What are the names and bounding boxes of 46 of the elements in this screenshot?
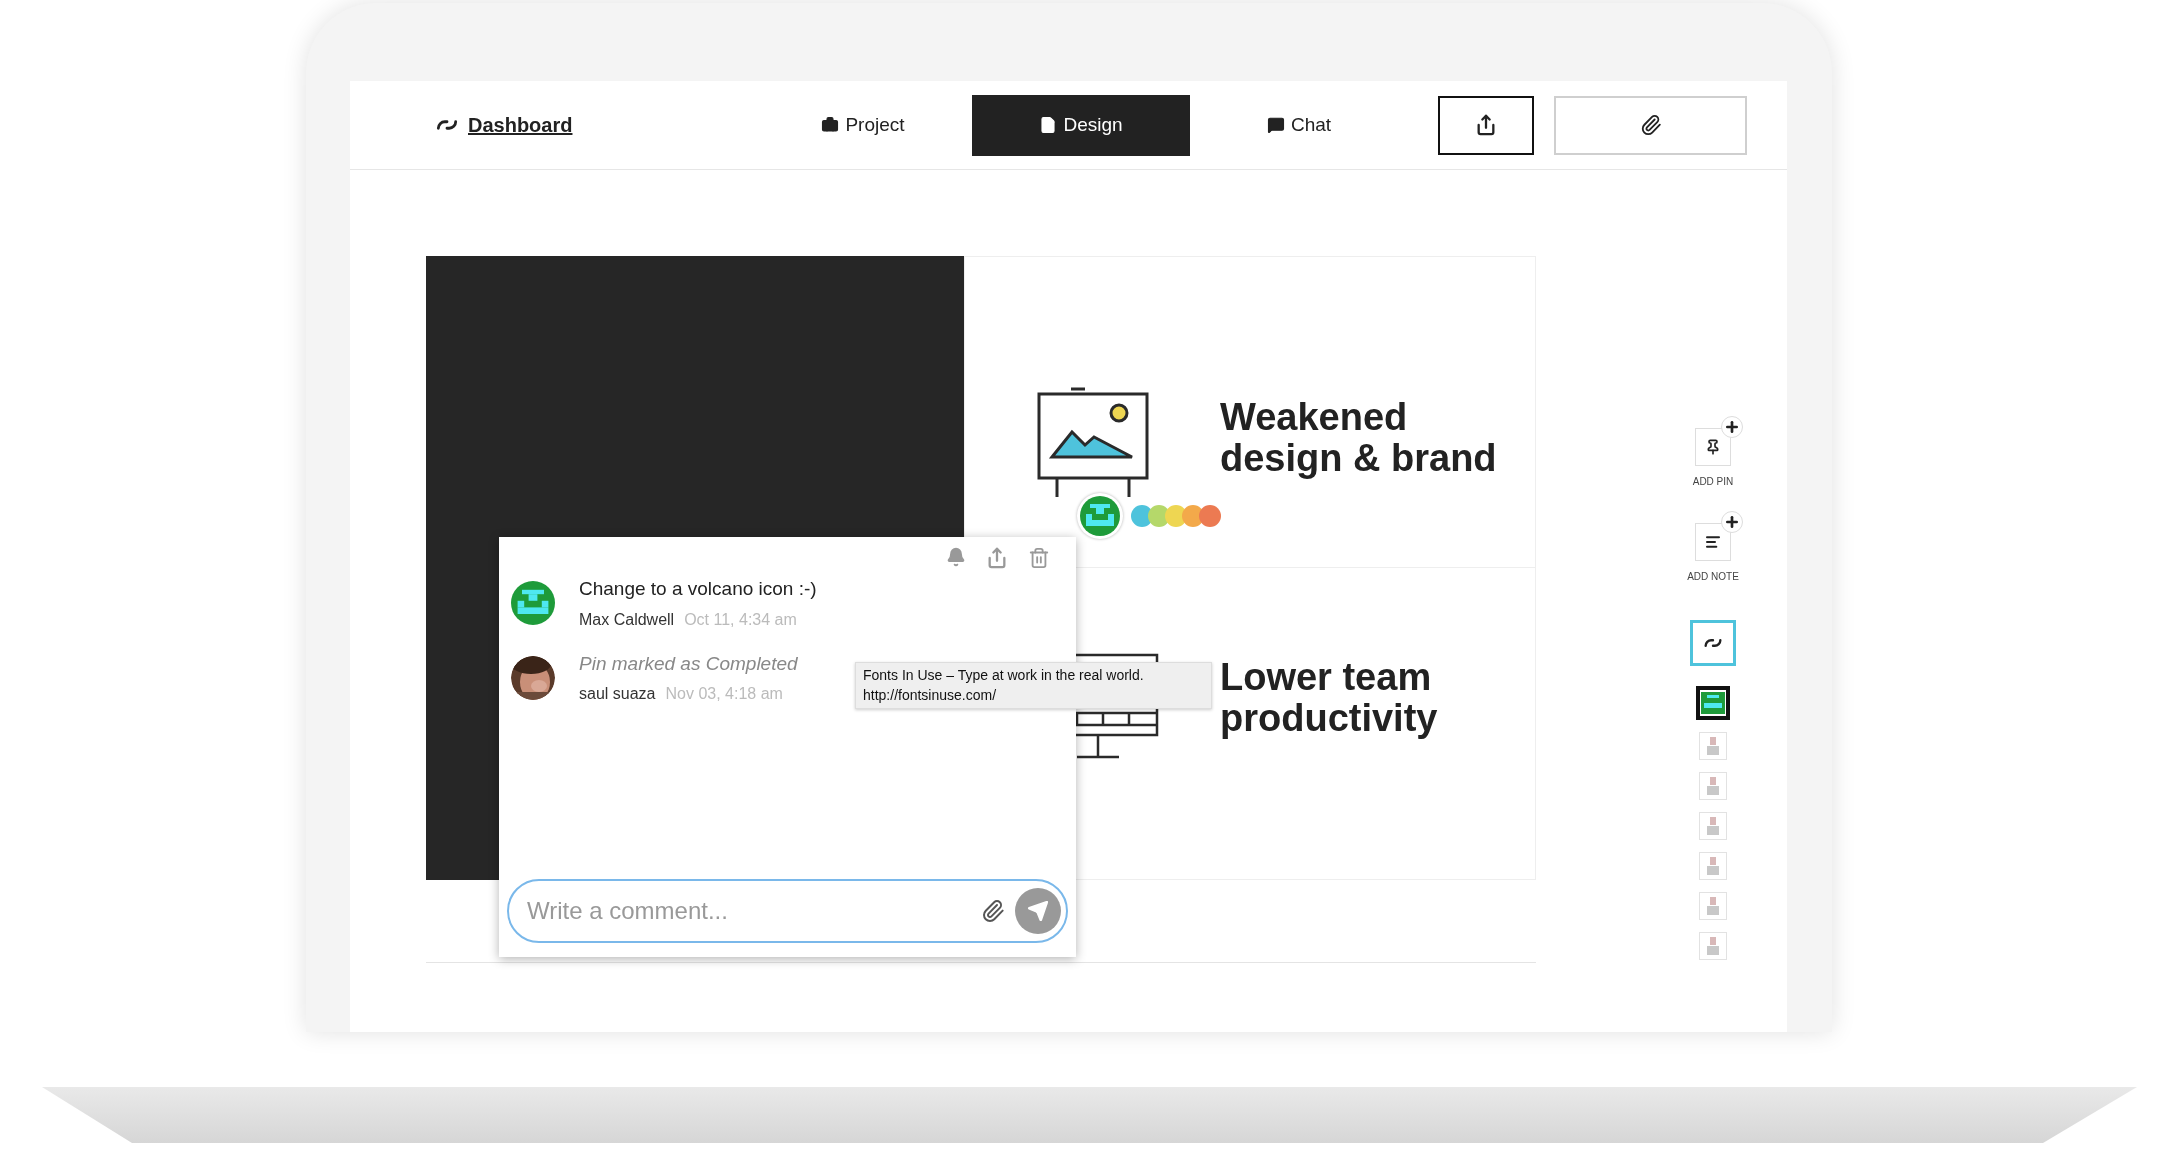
tool-label: ADD PIN bbox=[1692, 475, 1734, 489]
comment-text: Change to a volcano icon :-) bbox=[579, 577, 817, 601]
text-lines-icon bbox=[1705, 534, 1721, 550]
person-icon bbox=[1705, 936, 1721, 956]
person-icon bbox=[1705, 736, 1721, 756]
person-icon bbox=[1705, 896, 1721, 916]
person-icon bbox=[1705, 776, 1721, 796]
briefcase-icon bbox=[821, 116, 840, 134]
comment-text: Pin marked as Completed bbox=[579, 651, 798, 676]
paperclip-icon bbox=[981, 899, 1005, 923]
person-icon bbox=[1705, 856, 1721, 876]
nav-tab[interactable]: Design bbox=[972, 94, 1190, 156]
avatar-icon bbox=[511, 581, 555, 625]
paperclip-icon bbox=[1639, 114, 1662, 136]
comment-author: saul suaza bbox=[579, 684, 656, 704]
person-thumbnail[interactable] bbox=[1696, 686, 1730, 720]
bell-icon bbox=[946, 547, 966, 567]
document-icon bbox=[1039, 116, 1058, 134]
person-icon bbox=[1705, 816, 1721, 836]
tooltip-url: http://fontsinuse.com/ bbox=[863, 685, 998, 705]
slide-heading: Lower team productivity bbox=[1220, 657, 1439, 740]
attach-button[interactable] bbox=[1554, 95, 1747, 155]
share-icon bbox=[986, 547, 1008, 569]
add-note-button[interactable] bbox=[1695, 523, 1731, 561]
comment-author: Max Caldwell bbox=[579, 609, 675, 630]
comment-time: Oct 11, 4:34 am bbox=[684, 609, 797, 630]
pin-marker[interactable] bbox=[1077, 493, 1123, 539]
dashboard-link[interactable]: Dashboard bbox=[468, 110, 573, 140]
tool-label: ADD NOTE bbox=[1687, 570, 1739, 584]
add-pin-button[interactable] bbox=[1695, 428, 1731, 466]
avatar-icon bbox=[1701, 692, 1725, 714]
link-button[interactable] bbox=[1690, 620, 1736, 666]
comment-time: Nov 03, 4:18 am bbox=[665, 684, 783, 704]
share-icon bbox=[1475, 114, 1497, 136]
tooltip-title: Fonts In Use – Type at work in the real world. bbox=[863, 666, 1145, 685]
slide-heading: Weakened design & brand bbox=[1220, 397, 1498, 480]
pushpin-icon bbox=[1705, 439, 1721, 455]
trash-icon bbox=[1028, 547, 1050, 569]
comment-box[interactable]: Write a comment... bbox=[507, 879, 1068, 943]
chat-bubble-icon bbox=[1266, 116, 1285, 134]
avatar-icon bbox=[1080, 496, 1120, 536]
comment-input[interactable]: Write a comment... bbox=[527, 893, 981, 929]
send-icon bbox=[1027, 900, 1049, 922]
share-button[interactable] bbox=[1438, 95, 1534, 155]
send-button[interactable] bbox=[1015, 888, 1061, 934]
easel-picture-icon bbox=[1037, 387, 1149, 499]
